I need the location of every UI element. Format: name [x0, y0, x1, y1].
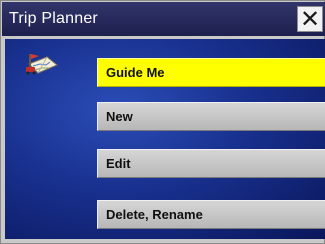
guide-me-button[interactable]: Guide Me	[97, 58, 325, 87]
window-title: Trip Planner	[9, 10, 98, 27]
new-button[interactable]: New	[97, 102, 325, 131]
edit-button[interactable]: Edit	[97, 149, 325, 178]
close-icon: ✕	[299, 4, 321, 33]
delete-rename-button[interactable]: Delete, Rename	[97, 200, 325, 229]
close-button[interactable]: ✕	[297, 6, 323, 32]
menu-panel: Guide Me New Edit Delete, Rename	[5, 39, 325, 239]
title-bar: Trip Planner ✕	[2, 2, 325, 36]
trip-planner-icon	[20, 52, 60, 80]
trip-planner-window: Trip Planner ✕ Guide Me New Edit Delete,…	[0, 0, 325, 244]
